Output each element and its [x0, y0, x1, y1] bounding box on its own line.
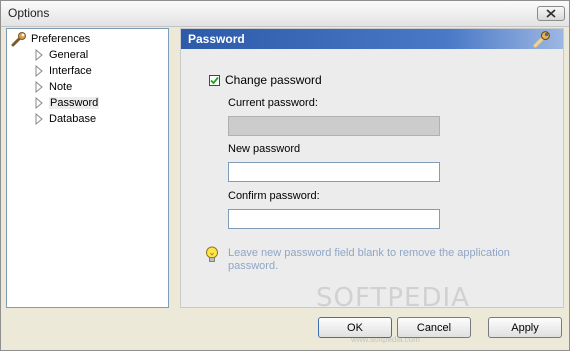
confirm-password-input[interactable]: [228, 209, 440, 229]
panel-header: Password: [181, 29, 563, 49]
close-button[interactable]: [537, 6, 565, 21]
tree-item-database[interactable]: Database: [35, 111, 96, 127]
triangle-arrow-icon: [35, 113, 43, 125]
tree-root-preferences[interactable]: Preferences: [11, 31, 90, 47]
title-bar: Options: [1, 1, 569, 27]
new-password-label: New password: [228, 143, 301, 155]
cancel-button[interactable]: Cancel: [397, 317, 471, 338]
triangle-arrow-icon: [35, 81, 43, 93]
triangle-arrow-icon: [35, 49, 43, 61]
preferences-tree: Preferences General Interface Note Passw…: [6, 28, 169, 308]
tree-item-password[interactable]: Password: [35, 95, 100, 111]
options-window: Options Preferences General Interface No…: [0, 0, 570, 351]
current-password-label: Current password:: [228, 97, 318, 109]
close-icon: [546, 9, 556, 18]
tree-item-label: Interface: [49, 65, 92, 77]
panel-title: Password: [188, 32, 245, 46]
window-title: Options: [8, 6, 50, 20]
confirm-password-label: Confirm password:: [228, 190, 320, 202]
ok-button[interactable]: OK: [318, 317, 392, 338]
watermark: SOFTPEDIA: [316, 283, 470, 313]
lightbulb-icon: [206, 246, 218, 262]
info-text: Leave new password field blank to remove…: [228, 247, 510, 272]
password-panel: Password Change password Current passwor…: [180, 28, 564, 308]
triangle-arrow-icon: [35, 97, 43, 109]
tree-item-note[interactable]: Note: [35, 79, 72, 95]
current-password-input[interactable]: [228, 116, 440, 136]
wrench-icon: [533, 31, 550, 48]
tree-root-label: Preferences: [31, 33, 91, 45]
new-password-input[interactable]: [228, 162, 440, 182]
change-password-checkbox[interactable]: [209, 74, 220, 86]
change-password-row[interactable]: Change password: [209, 73, 322, 87]
tree-item-label: Database: [49, 113, 97, 125]
tree-item-label: Note: [49, 81, 73, 93]
tree-item-label: General: [49, 49, 89, 61]
wrench-icon: [11, 32, 26, 47]
triangle-arrow-icon: [35, 65, 43, 77]
tree-item-interface[interactable]: Interface: [35, 63, 92, 79]
panel-body: Change password Current password: New pa…: [181, 49, 563, 307]
change-password-label: Change password: [225, 73, 322, 87]
apply-button[interactable]: Apply: [488, 317, 562, 338]
checkmark-icon: [210, 76, 219, 84]
tree-item-general[interactable]: General: [35, 47, 88, 63]
tree-item-label: Password: [49, 97, 100, 109]
